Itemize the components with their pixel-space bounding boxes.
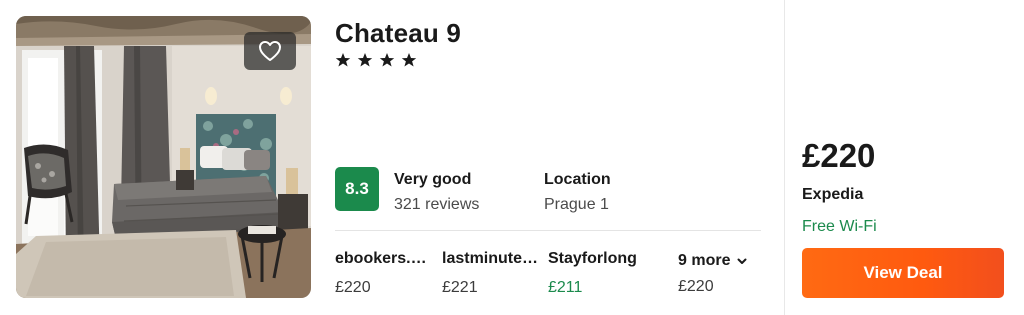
provider-price: £221 (442, 279, 478, 296)
provider-name: Stayforlong (548, 250, 637, 267)
chevron-down-icon (737, 258, 747, 264)
star-icon (357, 53, 373, 67)
deal-provider: Expedia (802, 186, 864, 203)
star-icon (379, 53, 395, 67)
save-favorite-button[interactable] (244, 32, 296, 70)
heart-icon (259, 41, 281, 61)
hotel-result-card: Chateau 9 8.3 Very good 321 reviews Loca… (0, 0, 1024, 315)
star-icon (401, 53, 417, 67)
star-icon (335, 53, 351, 67)
star-rating (335, 52, 417, 68)
provider-offer-ebookers[interactable]: ebookers.com £220 (335, 250, 435, 297)
column-divider (784, 0, 785, 315)
rating-score-badge: 8.3 (335, 167, 379, 211)
provider-offer-stayforlong[interactable]: Stayforlong £211 (548, 250, 658, 297)
divider (335, 230, 761, 231)
more-providers-label: 9 more (678, 252, 731, 269)
view-deal-button[interactable]: View Deal (802, 248, 1004, 298)
provider-name: lastminute.com (442, 250, 542, 267)
hotel-name[interactable]: Chateau 9 (335, 18, 461, 49)
rating-label: Very good (394, 171, 472, 188)
location-label: Location (544, 171, 611, 188)
provider-name: ebookers.com (335, 250, 435, 267)
review-count[interactable]: 321 reviews (394, 196, 479, 214)
location-value: Prague 1 (544, 196, 609, 213)
provider-price: £211 (548, 279, 583, 296)
provider-price: £220 (335, 279, 371, 296)
more-providers-toggle[interactable]: 9 more (678, 252, 748, 270)
provider-offer-lastminute[interactable]: lastminute.com £221 (442, 250, 542, 297)
more-providers-price: £220 (678, 278, 714, 295)
deal-price: £220 (802, 137, 876, 174)
amenity-label: Free Wi-Fi (802, 218, 877, 235)
